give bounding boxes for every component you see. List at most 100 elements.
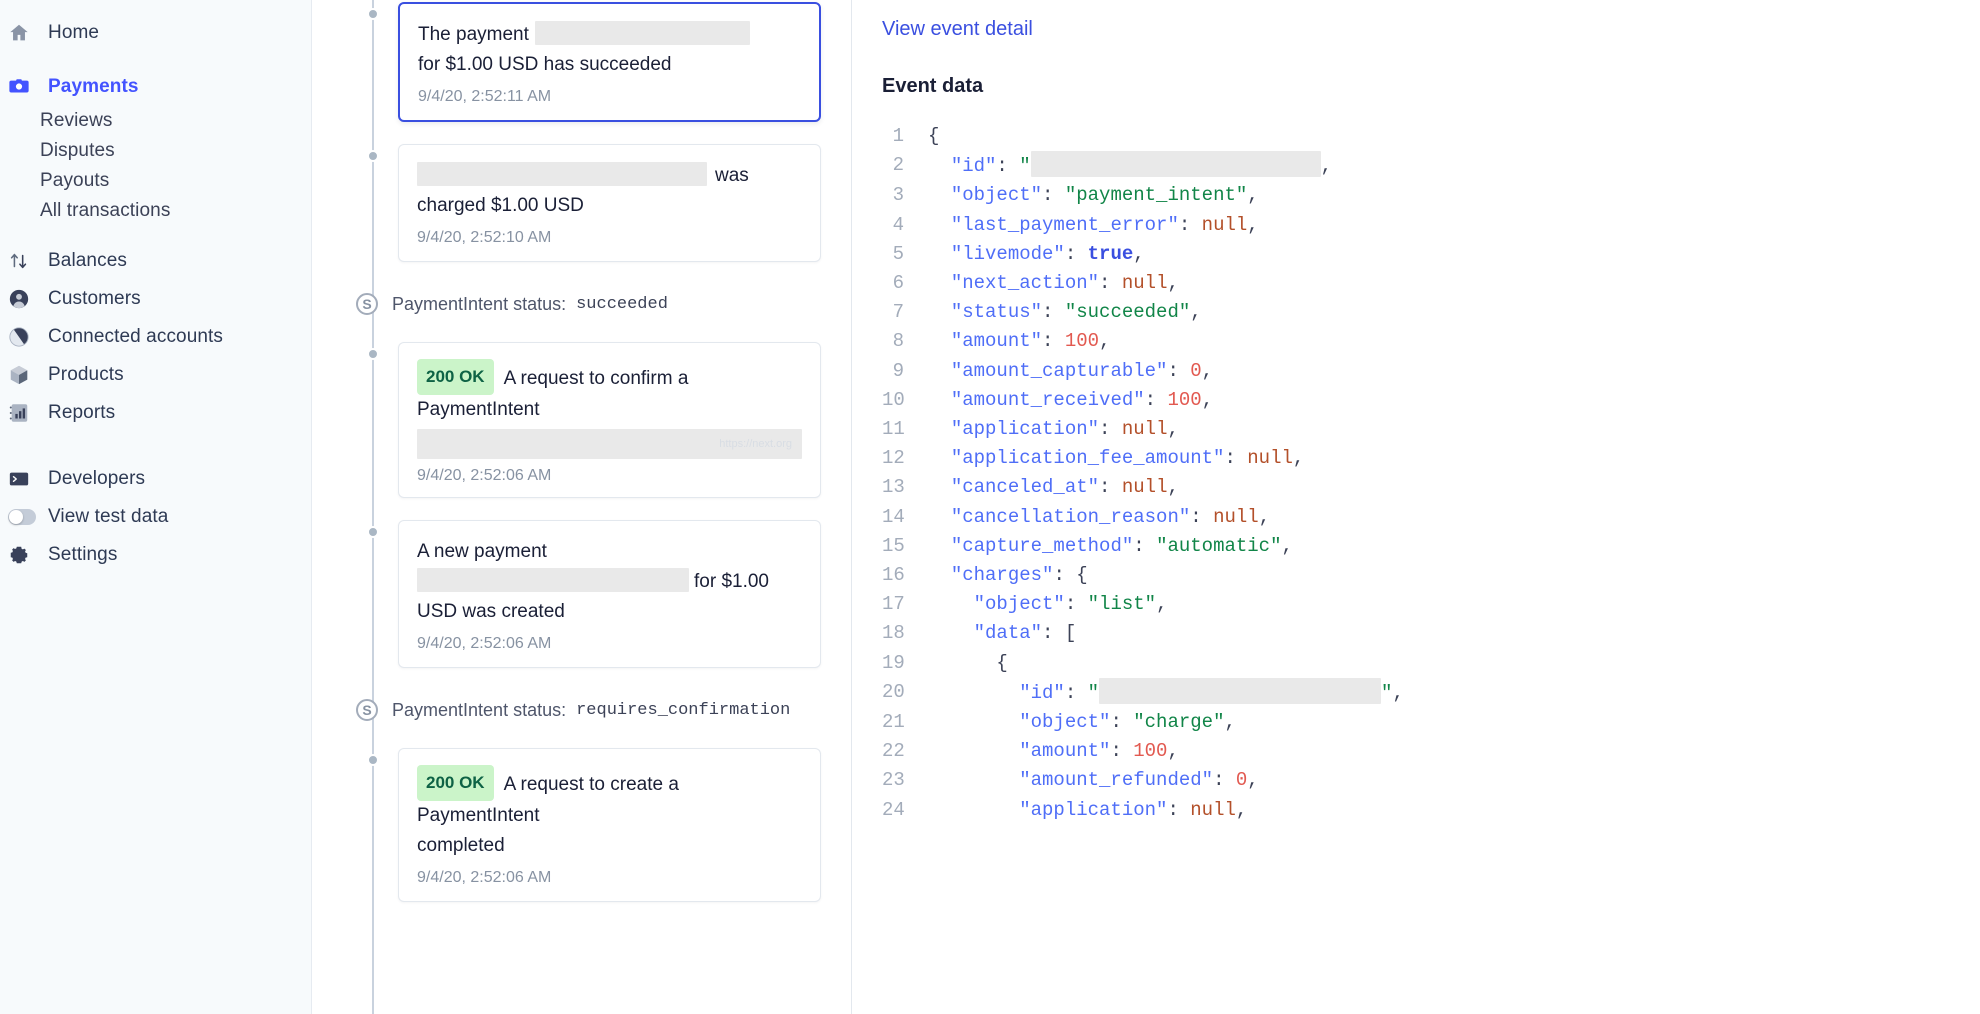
timeline-card[interactable]: 200 OKA request to create a PaymentInten… <box>398 748 821 902</box>
code-content: "status": "succeeded", <box>928 298 1202 327</box>
code-token: " <box>1088 682 1099 704</box>
code-content: "capture_method": "automatic", <box>928 532 1293 561</box>
sidebar-item-payouts[interactable]: Payouts <box>0 166 311 196</box>
code-content: "charges": { <box>928 561 1088 590</box>
code-token: , <box>1293 447 1304 469</box>
code-content: { <box>928 122 939 151</box>
code-content: "next_action": null, <box>928 269 1179 298</box>
code-token: : <box>1065 682 1088 704</box>
line-number: 12 <box>882 444 928 473</box>
code-line: 9 "amount_capturable": 0, <box>882 357 1950 386</box>
code-token: "object" <box>1019 711 1110 733</box>
sidebar-label-balances: Balances <box>48 250 127 272</box>
code-token: "amount" <box>951 330 1042 352</box>
code-token: "object" <box>951 184 1042 206</box>
redacted-text <box>417 162 707 186</box>
timeline-card[interactable]: The payment for $1.00 USD has succeeded … <box>398 2 821 122</box>
sidebar-item-balances[interactable]: Balances <box>0 242 311 280</box>
timeline-list: The payment for $1.00 USD has succeeded … <box>312 0 851 902</box>
sidebar-item-reports[interactable]: Reports <box>0 394 311 432</box>
code-token: : <box>1042 330 1065 352</box>
code-line: 15 "capture_method": "automatic", <box>882 532 1950 561</box>
code-token: : <box>1099 476 1122 498</box>
line-number: 10 <box>882 386 928 415</box>
sidebar-item-products[interactable]: Products <box>0 356 311 394</box>
sidebar-item-disputes[interactable]: Disputes <box>0 136 311 166</box>
sidebar-item-home[interactable]: Home <box>0 14 311 52</box>
card-timestamp: 9/4/20, 2:52:06 AM <box>417 635 802 653</box>
code-token: "data" <box>974 622 1042 644</box>
card-line-2: for $1.00 <box>417 567 802 597</box>
code-token: , <box>1321 155 1332 177</box>
code-token: : <box>1099 272 1122 294</box>
view-test-data-toggle[interactable] <box>8 509 36 525</box>
sidebar-label-products: Products <box>48 364 124 386</box>
sidebar-item-view-test-data[interactable]: View test data <box>0 498 311 536</box>
toggle-switch[interactable] <box>8 506 38 528</box>
card-line-2: for $1.00 USD has succeeded <box>418 50 801 80</box>
customers-icon <box>8 288 38 310</box>
line-number: 23 <box>882 766 928 795</box>
line-number: 24 <box>882 796 928 825</box>
code-token: "application" <box>951 418 1099 440</box>
code-line: 18 "data": [ <box>882 619 1950 648</box>
code-token: , <box>1167 418 1178 440</box>
code-token: null <box>1247 447 1293 469</box>
code-line: 14 "cancellation_reason": null, <box>882 503 1950 532</box>
line-number: 11 <box>882 415 928 444</box>
sidebar-label-settings: Settings <box>48 544 117 566</box>
sidebar-item-developers[interactable]: Developers <box>0 460 311 498</box>
sidebar-item-connected-accounts[interactable]: Connected accounts <box>0 318 311 356</box>
code-line: 24 "application": null, <box>882 796 1950 825</box>
balances-icon <box>8 250 38 272</box>
code-token: "application" <box>1019 799 1167 821</box>
code-token: : <box>1167 360 1190 382</box>
sidebar-item-customers[interactable]: Customers <box>0 280 311 318</box>
code-token: 0 <box>1190 360 1201 382</box>
code-line: 23 "amount_refunded": 0, <box>882 766 1950 795</box>
code-content: "application": null, <box>928 415 1179 444</box>
sidebar-item-all-transactions[interactable]: All transactions <box>0 196 311 226</box>
code-token: , <box>1247 214 1258 236</box>
code-line: 21 "object": "charge", <box>882 708 1950 737</box>
code-content: "id": ", <box>928 151 1332 181</box>
timeline-entry-confirm-request: 200 OKA request to confirm a PaymentInte… <box>312 320 851 498</box>
timeline-card[interactable]: 200 OKA request to confirm a PaymentInte… <box>398 342 821 498</box>
code-token: "payment_intent" <box>1065 184 1247 206</box>
code-line: 6 "next_action": null, <box>882 269 1950 298</box>
timeline-dot <box>367 348 379 360</box>
code-token: 100 <box>1133 740 1167 762</box>
code-token: "object" <box>974 593 1065 615</box>
line-number: 2 <box>882 151 928 180</box>
card-text-fragment: was <box>715 165 749 186</box>
code-token: "last_payment_error" <box>951 214 1179 236</box>
code-token: "canceled_at" <box>951 476 1099 498</box>
timeline-entry-payment-created: A new payment for $1.00 USD was created … <box>312 498 851 668</box>
gear-icon <box>8 544 38 566</box>
timeline-dot <box>367 526 379 538</box>
sidebar-item-settings[interactable]: Settings <box>0 536 311 574</box>
event-data-code: 1{2 "id": ",3 "object": "payment_intent"… <box>882 122 1950 825</box>
status-row: S PaymentIntent status: succeeded <box>356 288 851 320</box>
code-content: "amount_received": 100, <box>928 386 1213 415</box>
sidebar-item-reviews[interactable]: Reviews <box>0 106 311 136</box>
stripe-status-icon: S <box>356 293 378 315</box>
code-line: 4 "last_payment_error": null, <box>882 211 1950 240</box>
code-token: , <box>1392 682 1403 704</box>
timeline-card[interactable]: was charged $1.00 USD 9/4/20, 2:52:10 AM <box>398 144 821 262</box>
line-number: 18 <box>882 619 928 648</box>
code-token: , <box>1236 799 1247 821</box>
card-line-1: was <box>417 161 802 191</box>
redacted-text <box>417 568 689 592</box>
sidebar-item-payments[interactable]: Payments <box>0 68 311 106</box>
sidebar-divider-3 <box>0 432 311 460</box>
code-token: "charge" <box>1133 711 1224 733</box>
timeline-dot <box>367 8 379 20</box>
code-token: "succeeded" <box>1065 301 1190 323</box>
code-token: , <box>1190 301 1201 323</box>
view-event-detail-link[interactable]: View event detail <box>882 18 1033 41</box>
code-token: , <box>1247 184 1258 206</box>
code-content: "data": [ <box>928 619 1076 648</box>
timeline-card[interactable]: A new payment for $1.00 USD was created … <box>398 520 821 668</box>
code-token: "id" <box>1019 682 1065 704</box>
